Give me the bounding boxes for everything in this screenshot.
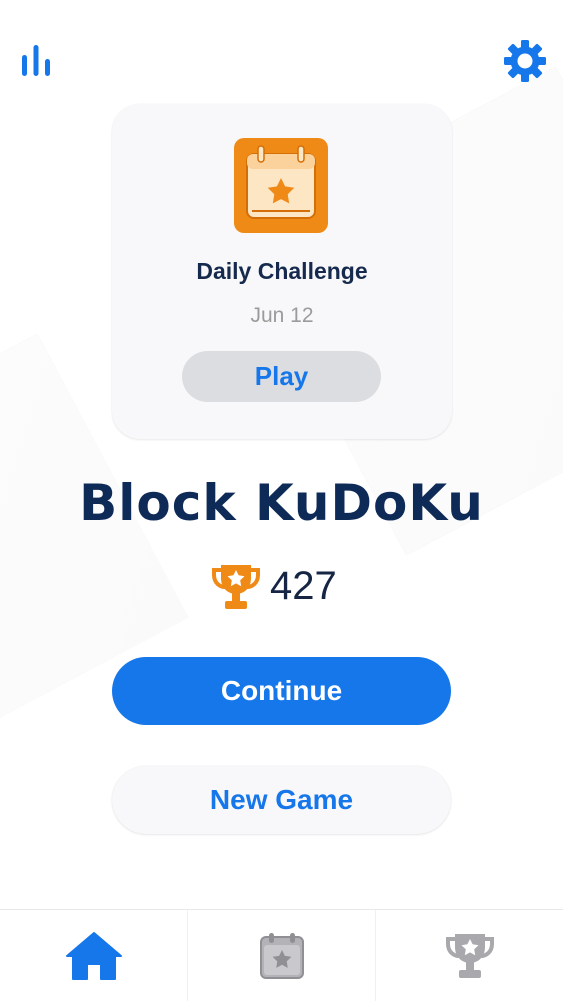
best-score: 427 <box>212 562 362 612</box>
tab-trophies[interactable] <box>376 910 563 1001</box>
daily-challenge-date: Jun 12 <box>250 304 314 327</box>
home-icon <box>65 931 122 980</box>
trophy-icon <box>212 565 260 609</box>
bar-chart-icon <box>22 45 50 76</box>
tab-home[interactable] <box>0 910 187 1001</box>
gear-icon <box>504 40 546 82</box>
bottom-tab-bar <box>0 909 563 1001</box>
continue-button[interactable]: Continue <box>112 657 451 725</box>
daily-challenge-title: Daily Challenge <box>196 258 368 284</box>
play-button[interactable]: Play <box>182 351 381 402</box>
daily-challenge-card[interactable]: Daily Challenge Jun 12 Play <box>112 104 452 439</box>
game-title: Block KuDoKu <box>79 474 484 532</box>
calendar-star-icon <box>234 138 328 233</box>
stats-button[interactable] <box>12 40 60 80</box>
score-value: 427 <box>270 564 337 608</box>
tab-daily-challenges[interactable] <box>188 910 375 1001</box>
settings-button[interactable] <box>500 37 550 85</box>
new-game-button[interactable]: New Game <box>112 766 451 834</box>
trophy-icon <box>445 933 494 978</box>
calendar-star-icon <box>259 932 304 979</box>
